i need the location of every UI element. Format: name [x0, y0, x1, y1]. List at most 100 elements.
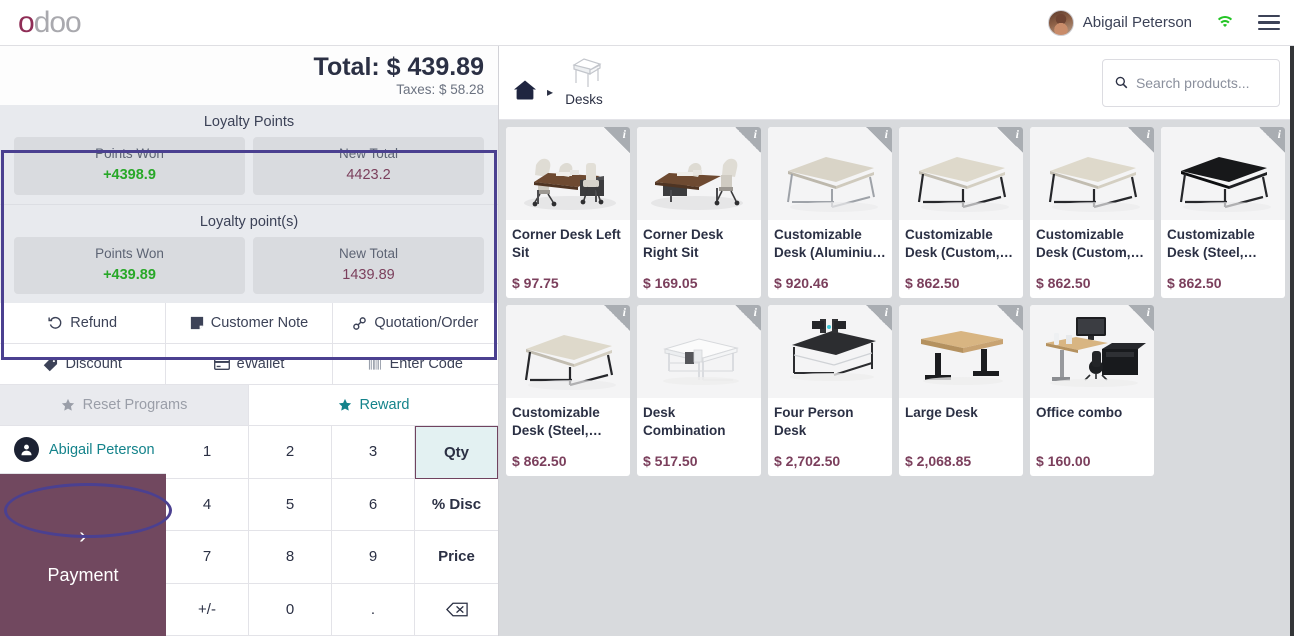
navbar-right: Abigail Peterson	[1047, 9, 1280, 36]
product-info-badge[interactable]: i	[997, 127, 1023, 153]
numpad-key-6[interactable]: 6	[332, 478, 415, 532]
product-info-badge[interactable]: i	[866, 305, 892, 331]
numpad-key-discount[interactable]: % Disc	[415, 478, 498, 532]
product-image-desk-combination: i	[637, 305, 761, 398]
numpad-key-4[interactable]: 4	[166, 478, 249, 532]
breadcrumb-separator: ▸	[547, 85, 554, 99]
search-box[interactable]	[1102, 58, 1280, 107]
link-chain-icon	[353, 316, 367, 330]
product-info-badge[interactable]: i	[1259, 127, 1285, 153]
product-info-badge[interactable]: i	[604, 305, 630, 331]
loyalty-new-total-label: New Total	[338, 245, 399, 261]
numpad-key-qty[interactable]: Qty	[415, 426, 498, 479]
product-card[interactable]: i Customizable Desk (Custom,… $ 862.50	[1030, 127, 1154, 298]
product-image-corner-desk-right-sit: i	[637, 127, 761, 220]
numpad-area: Abigail Peterson › Payment 1 2 3 Qty 4 5…	[0, 426, 498, 636]
order-total: Total: $ 439.89	[313, 53, 484, 81]
numpad-key-3[interactable]: 3	[332, 426, 415, 479]
enter-code-button[interactable]: Enter Code	[332, 344, 498, 385]
product-image-large-desk: i	[899, 305, 1023, 398]
loyalty-program-section: Loyalty point(s) Points Won +439.89 New …	[0, 203, 498, 304]
search-input[interactable]	[1135, 74, 1267, 91]
product-card[interactable]: i Four Person Desk $ 2,702.50	[768, 305, 892, 476]
product-image-customizable-desk-aluminium: i	[768, 127, 892, 220]
discount-button[interactable]: Discount	[0, 344, 167, 385]
product-card[interactable]: i Corner Desk Right Sit $ 169.05	[637, 127, 761, 298]
numpad-key-2[interactable]: 2	[249, 426, 332, 479]
breadcrumb-category-desks[interactable]: Desks	[563, 56, 605, 107]
loyalty-program-section: Loyalty Points Points Won +4398.9 New To…	[0, 105, 498, 204]
enter-code-label: Enter Code	[389, 356, 463, 373]
product-info-badge[interactable]: i	[604, 127, 630, 153]
numpad-key-plusminus[interactable]: +/-	[166, 583, 249, 636]
product-info-badge[interactable]: i	[1128, 127, 1154, 153]
product-info-badge[interactable]: i	[997, 305, 1023, 331]
customer-button-label: Abigail Peterson	[49, 441, 155, 458]
loyalty-points-won-label: Points Won	[95, 146, 164, 161]
product-card[interactable]: i Office combo $ 160.00	[1030, 305, 1154, 476]
loyalty-points-won-value: +4398.9	[103, 167, 156, 184]
customer-button[interactable]: Abigail Peterson	[0, 426, 166, 475]
person-icon	[14, 437, 39, 463]
star-icon	[338, 398, 351, 411]
product-info-badge[interactable]: i	[735, 127, 761, 153]
numpad-key-price[interactable]: Price	[415, 531, 498, 584]
reset-programs-button[interactable]: Reset Programs	[0, 385, 249, 426]
payment-button-label: Payment	[47, 565, 119, 586]
numpad-key-8[interactable]: 8	[249, 531, 332, 584]
product-card[interactable]: i Customizable Desk (Steel,… $ 862.50	[1161, 127, 1285, 298]
numpad-keys: 1 2 3 Qty 4 5 6 % Disc 7 8 9 Price +/- 0…	[166, 426, 498, 636]
product-card[interactable]: i Customizable Desk (Aluminiu… $ 920.46	[768, 127, 892, 298]
product-card[interactable]: i Desk Combination $ 517.50	[637, 305, 761, 476]
product-card[interactable]: i Customizable Desk (Custom,… $ 862.50	[899, 127, 1023, 298]
product-info-badge[interactable]: i	[1128, 305, 1154, 331]
main-body: Total: $ 439.89 Taxes: $ 58.28 Loyalty P…	[0, 46, 1294, 636]
product-image-customizable-desk-custom-2: i	[1030, 127, 1154, 220]
product-name: Customizable Desk (Steel,…	[1167, 227, 1258, 260]
order-total-bar: Total: $ 439.89 Taxes: $ 58.28	[0, 46, 498, 105]
top-navbar: o doo Abigail Peterson	[0, 0, 1294, 46]
home-icon[interactable]	[513, 79, 537, 107]
search-icon	[1115, 76, 1128, 89]
odoo-logo[interactable]: o doo	[18, 5, 82, 39]
customer-note-button[interactable]: Customer Note	[166, 303, 333, 344]
product-name: Customizable Desk (Steel,…	[512, 405, 603, 438]
refund-button[interactable]: Refund	[0, 303, 167, 344]
star-icon	[61, 398, 74, 411]
product-name: Customizable Desk (Aluminiu…	[774, 227, 886, 260]
loyalty-program-title: Loyalty Points	[203, 114, 295, 130]
loyalty-new-total-value: 1439.89	[342, 266, 395, 283]
product-price: $ 97.75	[512, 275, 559, 291]
product-card[interactable]: i Corner Desk Left Sit $ 97.75	[506, 127, 630, 298]
navbar-user-chip[interactable]: Abigail Peterson	[1047, 9, 1192, 36]
credit-card-icon	[213, 358, 230, 371]
numpad-key-9[interactable]: 9	[332, 531, 415, 584]
logo-rest: doo	[33, 5, 82, 39]
product-card[interactable]: i Customizable Desk (Steel,… $ 862.50	[506, 305, 630, 476]
numpad-key-5[interactable]: 5	[249, 478, 332, 532]
desk-icon	[572, 58, 602, 87]
product-grid-scroll[interactable]: i Corner Desk Left Sit $ 97.75 i Corner …	[499, 120, 1294, 636]
navbar-user-name: Abigail Peterson	[1082, 14, 1192, 31]
numpad-key-0[interactable]: 0	[249, 583, 332, 636]
order-pane: Total: $ 439.89 Taxes: $ 58.28 Loyalty P…	[0, 46, 499, 636]
product-image-customizable-desk-steel-white: i	[506, 305, 630, 398]
order-taxes: Taxes: $ 58.28	[396, 82, 484, 97]
numpad-key-backspace[interactable]	[415, 583, 498, 636]
numpad-key-7[interactable]: 7	[166, 531, 249, 584]
product-price: $ 862.50	[1036, 275, 1091, 291]
loyalty-new-total-box: New Total 4423.2	[253, 137, 484, 195]
product-info-badge[interactable]: i	[735, 305, 761, 331]
loyalty-points-won-value: +439.89	[103, 266, 156, 283]
hamburger-menu-icon[interactable]	[1258, 14, 1280, 31]
payment-button[interactable]: › Payment	[0, 474, 166, 636]
loyalty-new-total-label: New Total	[338, 146, 399, 161]
product-card[interactable]: i Large Desk $ 2,068.85	[899, 305, 1023, 476]
numpad-key-1[interactable]: 1	[166, 426, 249, 479]
product-info-badge[interactable]: i	[866, 127, 892, 153]
quotation-order-button[interactable]: Quotation/Order	[332, 303, 498, 344]
wifi-icon[interactable]	[1214, 15, 1236, 31]
reward-button[interactable]: Reward	[249, 385, 498, 426]
numpad-key-decimal[interactable]: .	[332, 583, 415, 636]
ewallet-button[interactable]: eWallet	[166, 344, 333, 385]
